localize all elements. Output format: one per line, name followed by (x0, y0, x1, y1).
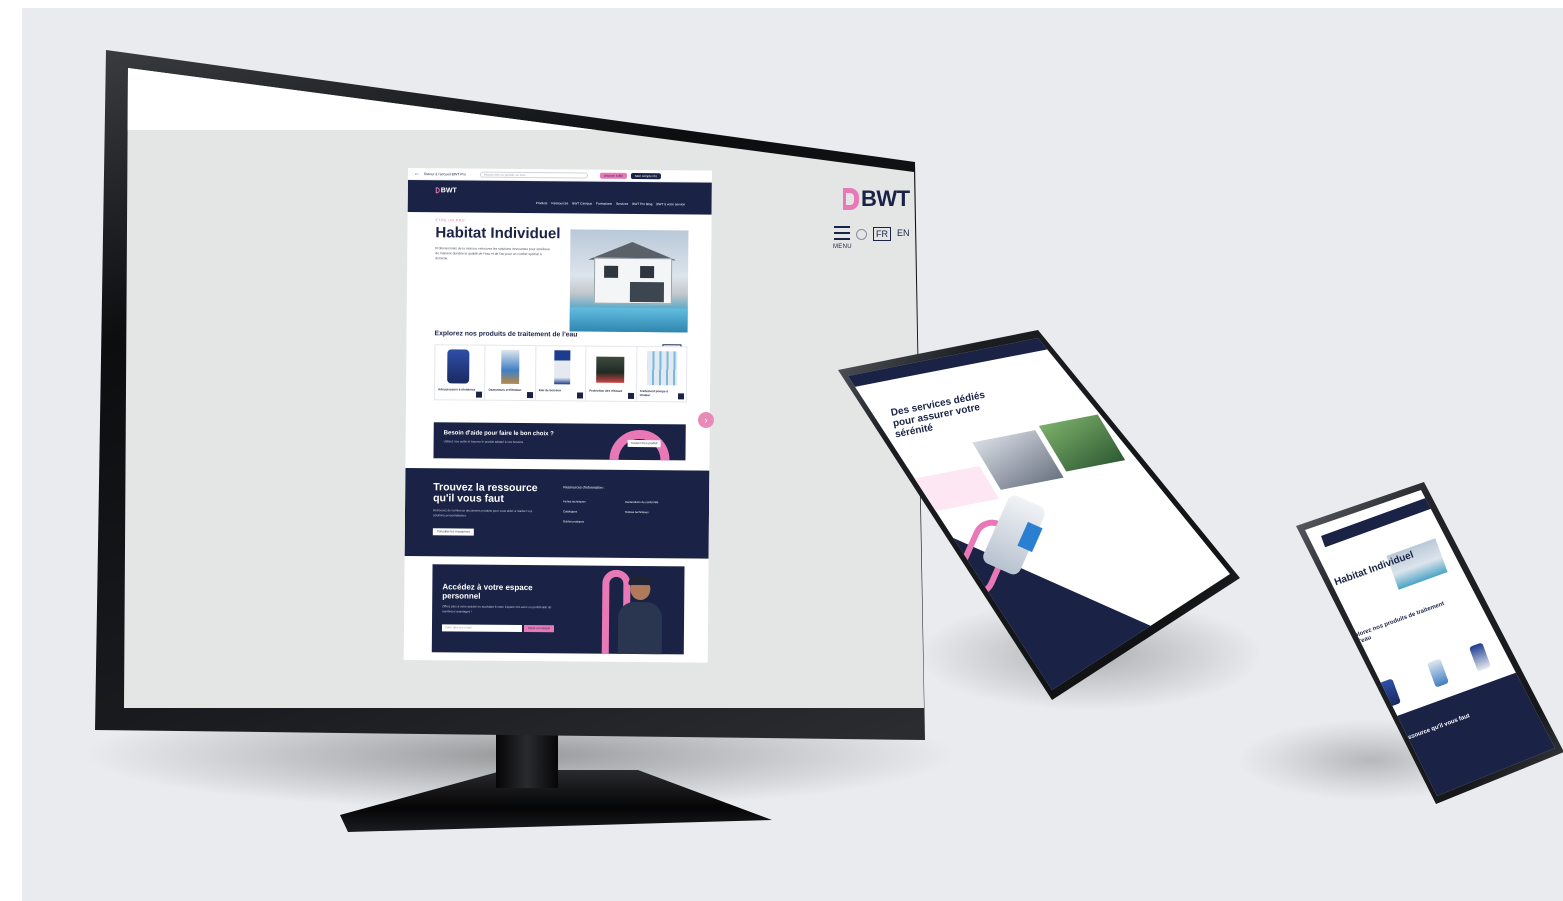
resources-description: Retrouvez de nombreux documents produits… (432, 508, 533, 518)
chevron-right-icon[interactable]: › (698, 412, 714, 428)
main-nav: BWT Produits Ressources BWT Campus Forma… (407, 179, 712, 215)
product-carousel: Adoucisseurs à résidence Osmoseurs et fi… (433, 344, 688, 403)
house-window (640, 266, 655, 279)
resources-section: Trouvez la ressource qu'il vous faut Ret… (404, 467, 710, 559)
help-title: Besoin d'aide pour faire le bon choix ? (443, 430, 554, 438)
product-image[interactable] (1426, 658, 1450, 688)
hero-description: Professionnels de la maison, retrouvez l… (435, 246, 551, 261)
create-account-button[interactable]: Créer un compte (523, 625, 555, 633)
network-protection-image (596, 356, 625, 383)
nav-link-blog[interactable]: BWT Pro Blog (632, 202, 652, 206)
header-controls: FR EN (834, 226, 910, 241)
resource-link[interactable]: Fiches techniques (563, 499, 586, 503)
help-banner: Besoin d'aide pour faire le bon choix ? … (433, 422, 686, 461)
technician-cap (628, 575, 653, 586)
house-glass-door (629, 281, 665, 303)
filter-image (501, 349, 520, 384)
arrow-right-icon[interactable] (678, 393, 685, 400)
hero-section: ÊTRE UN PRO Habitat Individuel Professio… (407, 212, 712, 335)
phone-products-title: Explorez nos produits de traitement de l… (1347, 600, 1446, 649)
drinking-water-image (553, 350, 571, 385)
bwt-logo-icon (843, 188, 859, 210)
nav-link-ressources[interactable]: Ressources (551, 201, 568, 205)
product-card-label: Traitement pompe à chaleur (639, 389, 669, 398)
product-card-label: Protection des réseaux (589, 388, 623, 393)
resource-link[interactable]: Guides pratiques (563, 519, 584, 523)
technician-photo (617, 575, 663, 655)
language-en-button[interactable]: EN (897, 228, 910, 238)
nav-link-services[interactable]: Services (616, 202, 628, 206)
products-title: Explorez nos produits de traitement de l… (434, 330, 578, 339)
account-section: Accédez à votre espace personnel Offrez … (431, 564, 685, 655)
product-card-label: Adoucisseurs à résidence (438, 387, 476, 392)
account-title: Accédez à votre espace personnel (442, 582, 533, 601)
nav-logo-text: BWT (440, 187, 457, 195)
product-image[interactable] (1468, 642, 1492, 672)
tablet-page-title: Des services dédiés pour assurer votre s… (890, 389, 986, 441)
arrow-right-icon[interactable] (476, 391, 483, 398)
arrow-left-icon[interactable]: ← (414, 171, 420, 177)
product-card[interactable]: Eau de boisson (534, 345, 587, 402)
pool (569, 307, 688, 333)
page-title: Habitat Individuel (435, 224, 561, 243)
search-input[interactable]: Recherchez un produit, un mot... (479, 171, 588, 179)
product-card[interactable]: Osmoseurs et filtration (484, 344, 537, 402)
product-card-label: Osmoseurs et filtration (488, 387, 522, 392)
menu-label: MENU (833, 244, 852, 250)
desktop-web-page: ← Retour à l'accueil BWT Pro Recherchez … (403, 168, 712, 663)
softener-image (447, 349, 470, 384)
help-subtitle: Utilisez nos outils et trouvez le produi… (443, 439, 524, 445)
find-product-button[interactable]: Trouver mon produit (627, 439, 661, 448)
arrow-right-icon[interactable] (577, 392, 584, 399)
house-window (604, 265, 619, 278)
nav-link-campus[interactable]: BWT Campus (572, 201, 592, 205)
tablet-banner-text: Jusqu'à 10 ans de tranquillité (1097, 478, 1148, 504)
bwt-logo-icon (435, 187, 440, 194)
resources-heading: Ressources d'information : (563, 485, 605, 490)
accessibility-icon[interactable] (856, 229, 867, 240)
breadcrumb[interactable]: Retour à l'accueil BWT Pro (424, 172, 466, 176)
nav-link-produits[interactable]: Produits (536, 201, 548, 205)
offer-button[interactable]: Déposer l'offre (599, 172, 628, 179)
technician-torso (617, 601, 663, 655)
nav-links: Produits Ressources BWT Campus Formation… (536, 201, 706, 206)
resource-link[interactable]: Catalogues (563, 509, 577, 513)
hero-eyebrow: ÊTRE UN PRO (435, 218, 465, 223)
resource-link[interactable]: Notices techniques (625, 510, 649, 514)
product-card[interactable]: Protection des réseaux (585, 345, 638, 403)
resources-title: Trouvez la ressource qu'il vous faut (433, 481, 538, 505)
account-button[interactable]: Mon compte Pro (631, 172, 662, 179)
nav-link-service[interactable]: BWT à votre service (656, 202, 685, 206)
product-card[interactable]: Traitement pompe à chaleur (635, 345, 688, 403)
resource-link[interactable]: Déclarations de conformité (625, 500, 658, 504)
heat-pump-filter-image (646, 351, 678, 386)
brand-wordmark: BWT (861, 186, 910, 211)
nav-link-formations[interactable]: Formations (596, 202, 612, 206)
account-description: Offrez plus à votre activité en accédant… (442, 604, 552, 614)
product-card-label: Eau de boisson (538, 388, 562, 393)
hamburger-menu-icon[interactable] (834, 226, 850, 240)
email-field[interactable]: Votre adresse email (441, 624, 523, 633)
product-card[interactable]: Adoucisseurs à résidence (433, 344, 486, 401)
nav-logo[interactable]: BWT (435, 187, 457, 195)
arrow-right-icon[interactable] (627, 392, 634, 399)
house-photo (569, 229, 689, 333)
brand-logo[interactable]: BWT (843, 186, 910, 212)
arrow-right-icon[interactable] (526, 392, 533, 399)
resources-button[interactable]: Consulter les ressources (432, 528, 474, 536)
language-fr-button[interactable]: FR (873, 227, 891, 241)
